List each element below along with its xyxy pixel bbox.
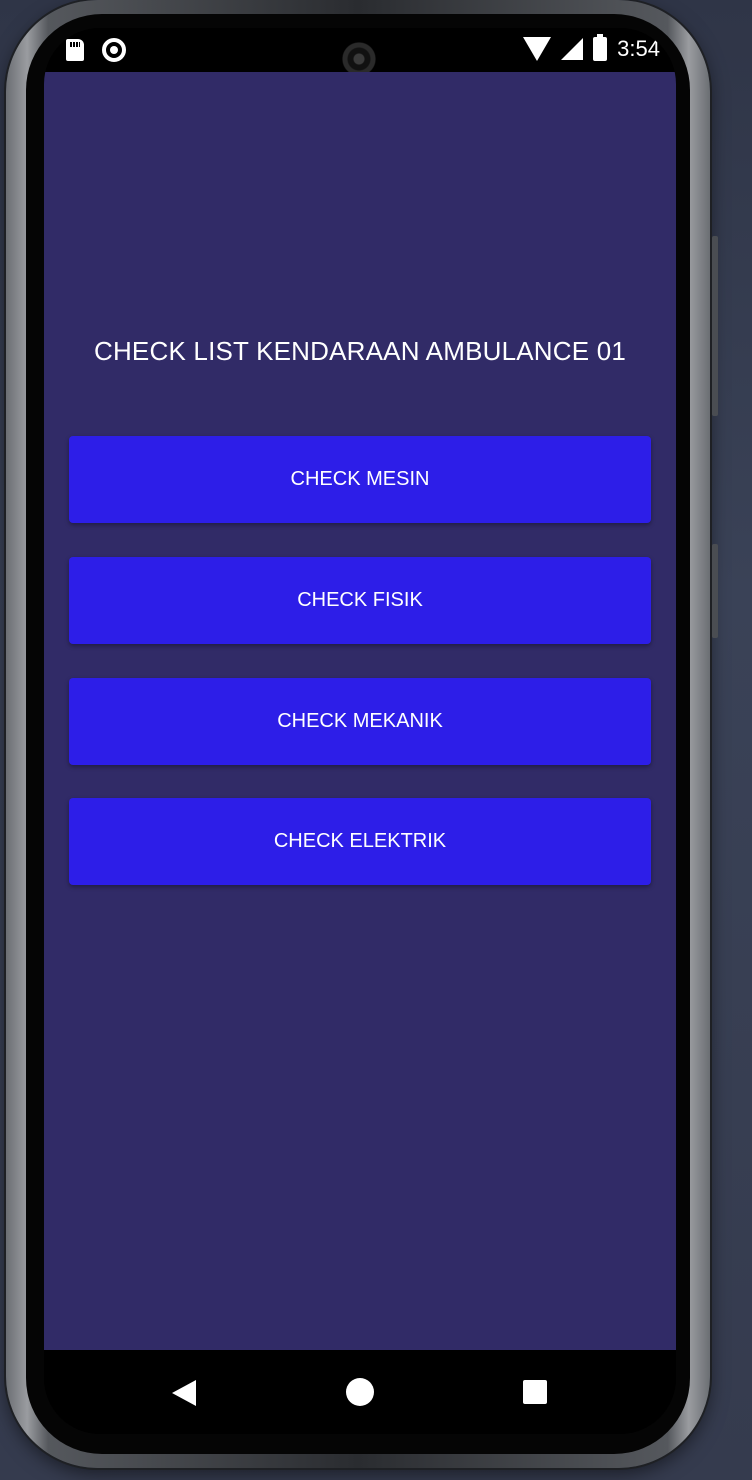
status-bar-left (66, 38, 126, 62)
status-clock: 3:54 (617, 36, 660, 61)
status-bar: 3:54 (44, 28, 676, 76)
check-fisik-button[interactable]: CHECK FISIK (69, 557, 651, 644)
check-mekanik-button[interactable]: CHECK MEKANIK (69, 678, 651, 765)
volume-button (712, 236, 718, 416)
navigation-bar (44, 1350, 676, 1434)
sd-card-icon (66, 39, 84, 61)
recents-icon[interactable] (523, 1380, 547, 1404)
check-mesin-button[interactable]: CHECK MESIN (69, 436, 651, 523)
app-content: CHECK LIST KENDARAAN AMBULANCE 01 CHECK … (44, 72, 676, 1350)
back-icon[interactable] (172, 1380, 196, 1406)
home-icon[interactable] (346, 1378, 374, 1406)
wifi-icon (523, 37, 552, 61)
device-screen: 3:54 CHECK LIST KENDARAAN AMBULANCE 01 C… (44, 28, 676, 1434)
check-elektrik-button[interactable]: CHECK ELEKTRIK (69, 798, 651, 885)
cellular-icon (561, 38, 584, 60)
front-camera (342, 42, 376, 76)
page-title: CHECK LIST KENDARAAN AMBULANCE 01 (93, 336, 627, 366)
status-bar-right: 3:54 (523, 34, 660, 62)
record-icon (102, 38, 126, 62)
power-button (712, 544, 718, 638)
battery-icon (593, 34, 608, 61)
